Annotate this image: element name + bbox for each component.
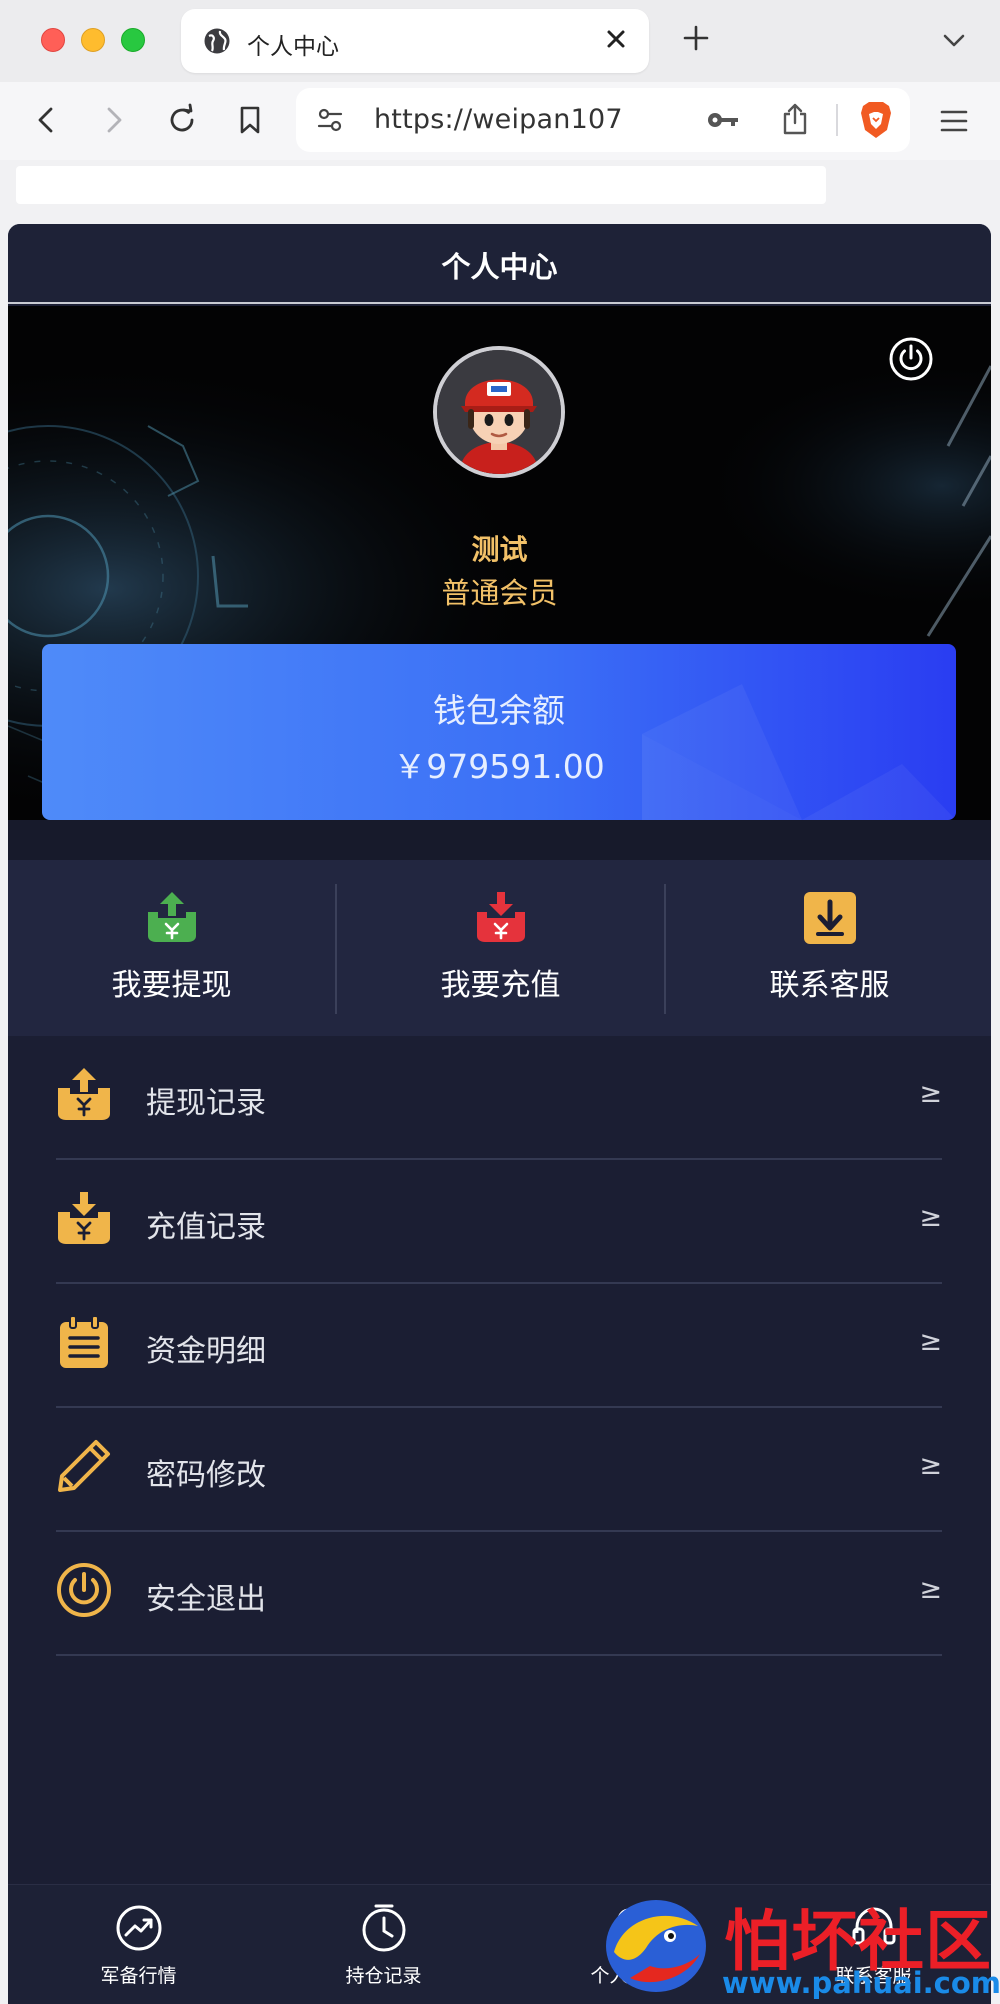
recharge-icon xyxy=(477,892,525,942)
chevron-right-icon: ≥ xyxy=(919,1326,942,1357)
menu-item-change-password[interactable]: 密码修改 ≥ xyxy=(56,1408,942,1532)
page-header: 个人中心 xyxy=(8,224,991,304)
member-level: 普通会员 xyxy=(441,576,558,610)
address-bar-divider xyxy=(836,104,838,136)
page-loading-strip xyxy=(16,166,826,204)
wallet-balance-card[interactable]: 钱包余额 ￥979591.00 xyxy=(42,644,956,820)
recharge-action-button[interactable]: 我要充值 xyxy=(337,860,664,1036)
close-window-button[interactable] xyxy=(41,28,65,52)
address-bar[interactable]: https://weipan107 xyxy=(296,88,910,152)
maximize-window-button[interactable] xyxy=(121,28,145,52)
logout-power-icon[interactable] xyxy=(888,336,934,382)
chevron-down-icon[interactable] xyxy=(940,26,968,54)
pencil-icon xyxy=(58,1440,110,1492)
download-box-icon xyxy=(804,892,856,944)
browser-toolbar: https://weipan107 xyxy=(0,82,1000,160)
contact-service-action-button[interactable]: 联系客服 xyxy=(666,860,991,1036)
nav-label: 持仓记录 xyxy=(345,1965,422,1987)
clock-icon xyxy=(362,1904,406,1952)
browser-menu-icon[interactable] xyxy=(938,106,970,136)
reload-icon[interactable] xyxy=(164,102,200,138)
quick-actions: 我要提现 我要充值 联系客服 xyxy=(8,860,991,1036)
profile-hero: 测试 普通会员 钱包余额 ￥979591.00 xyxy=(8,306,991,820)
minimize-window-button[interactable] xyxy=(81,28,105,52)
trend-icon xyxy=(116,1905,162,1951)
back-icon[interactable] xyxy=(28,102,64,138)
chevron-right-icon: ≥ xyxy=(919,1574,942,1605)
watermark-logo-icon xyxy=(606,1900,706,1992)
tab-title: 个人中心 xyxy=(247,34,339,60)
app-page: 个人中心 测试 普通会员 钱包余额 ￥979591.00 我要提现 我要充值 联… xyxy=(8,224,991,2004)
menu-item-label: 密码修改 xyxy=(146,1458,266,1493)
chevron-right-icon: ≥ xyxy=(919,1450,942,1481)
menu-item-withdraw-record[interactable]: 提现记录 ≥ xyxy=(56,1036,942,1160)
power-icon xyxy=(57,1563,111,1617)
clipboard-icon xyxy=(60,1315,108,1368)
nav-item-positions[interactable]: 持仓记录 xyxy=(261,1885,506,2004)
page-title: 个人中心 xyxy=(441,250,558,284)
share-icon[interactable] xyxy=(780,102,810,136)
menu-item-label: 安全退出 xyxy=(146,1582,266,1617)
menu-item-fund-details[interactable]: 资金明细 ≥ xyxy=(56,1284,942,1408)
nav-item-market[interactable]: 军备行情 xyxy=(16,1885,261,2004)
browser-tab-bar: 个人中心 xyxy=(0,0,1000,82)
nav-label: 军备行情 xyxy=(100,1965,177,1987)
forward-icon[interactable] xyxy=(96,102,132,138)
wallet-card-decoration xyxy=(642,684,956,820)
key-icon[interactable] xyxy=(706,105,740,135)
recharge-label: 我要充值 xyxy=(440,968,561,1003)
contact-service-label: 联系客服 xyxy=(769,968,890,1003)
bookmark-icon[interactable] xyxy=(232,102,268,138)
chevron-right-icon: ≥ xyxy=(919,1078,942,1109)
close-tab-icon[interactable] xyxy=(601,24,631,54)
site-settings-icon[interactable] xyxy=(316,106,344,134)
globe-icon xyxy=(204,28,230,54)
avatar[interactable] xyxy=(433,346,565,478)
wallet-label: 钱包余额 xyxy=(433,691,565,730)
brave-shield-icon[interactable] xyxy=(858,100,894,140)
username: 测试 xyxy=(471,533,528,566)
menu-item-label: 充值记录 xyxy=(146,1210,266,1245)
wallet-amount: ￥979591.00 xyxy=(393,747,605,786)
recharge-record-icon xyxy=(58,1192,110,1244)
withdraw-action-button[interactable]: 我要提现 xyxy=(8,860,335,1036)
menu-item-label: 资金明细 xyxy=(146,1334,266,1369)
withdraw-label: 我要提现 xyxy=(111,968,232,1003)
withdraw-record-icon xyxy=(58,1068,110,1120)
browser-tab-active[interactable]: 个人中心 xyxy=(181,9,649,73)
settings-menu: 提现记录 ≥ 充值记录 ≥ 资金明细 ≥ 密码修改 ≥ 安全退出 ≥ xyxy=(8,1036,991,1656)
url-text[interactable]: https://weipan107 xyxy=(374,104,623,135)
section-gap xyxy=(8,820,991,860)
menu-item-label: 提现记录 xyxy=(146,1086,266,1121)
watermark-url: www.pahuai.com xyxy=(722,1966,1000,2000)
site-watermark: 怕坏社区 www.pahuai.com xyxy=(600,1888,1000,2004)
withdraw-icon xyxy=(148,892,196,942)
menu-item-logout[interactable]: 安全退出 ≥ xyxy=(56,1532,942,1656)
avatar-character-image xyxy=(437,350,561,474)
chevron-right-icon: ≥ xyxy=(919,1202,942,1233)
menu-item-recharge-record[interactable]: 充值记录 ≥ xyxy=(56,1160,942,1284)
new-tab-icon[interactable] xyxy=(680,22,712,54)
